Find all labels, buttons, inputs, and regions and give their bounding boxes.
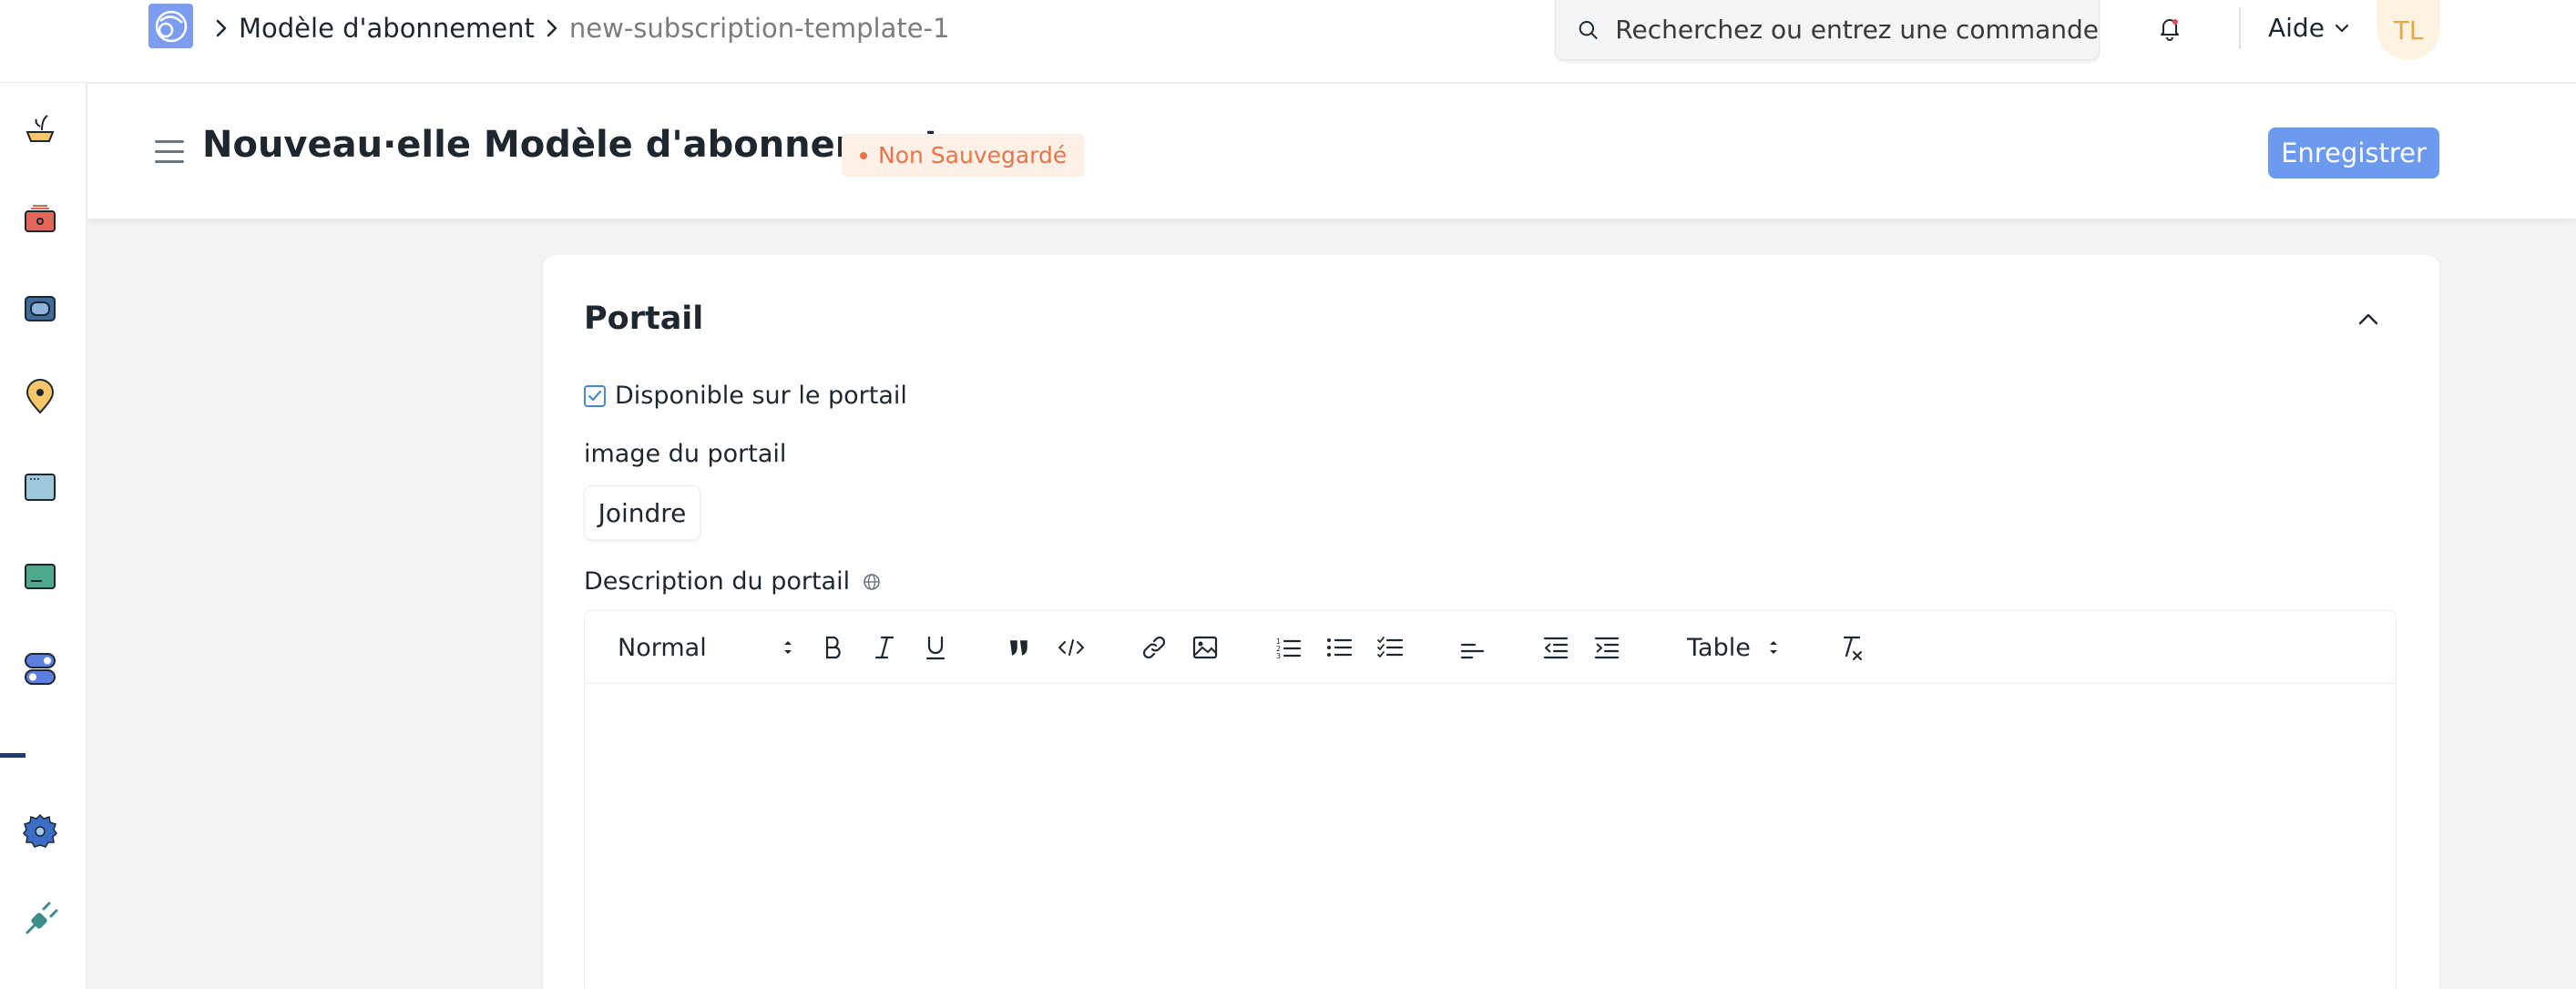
help-label: Aide: [2268, 13, 2325, 43]
select-arrows-icon: [783, 641, 792, 654]
portal-availability-row: Disponible sur le portail: [584, 382, 907, 410]
notifications-bell-icon[interactable]: [2156, 15, 2183, 42]
window-icon[interactable]: [20, 467, 60, 507]
chevron-up-icon[interactable]: [2356, 310, 2381, 328]
indent-icon[interactable]: [1593, 633, 1620, 662]
sidebar-active-marker: [0, 753, 26, 758]
search-bar[interactable]: Recherchez ou entrez une commande: [1555, 0, 2100, 60]
breadcrumb: Modèle d'abonnement new-subscription-tem…: [215, 13, 949, 44]
hamburger-menu-icon[interactable]: [155, 140, 184, 164]
status-dot-icon: [860, 151, 867, 159]
app-logo[interactable]: [148, 4, 193, 48]
save-button[interactable]: Enregistrer: [2268, 127, 2439, 178]
clear-formatting-icon[interactable]: [1837, 633, 1865, 662]
bold-icon[interactable]: [822, 633, 845, 662]
sidebar: [0, 83, 87, 989]
align-left-icon[interactable]: [1459, 633, 1485, 662]
search-placeholder: Recherchez ou entrez une commande: [1615, 15, 2099, 45]
checkmark-icon: [588, 390, 602, 401]
underline-icon[interactable]: [924, 633, 947, 662]
search-icon: [1579, 20, 1598, 39]
italic-icon[interactable]: [873, 633, 896, 662]
link-icon[interactable]: [1140, 633, 1168, 662]
chevron-right-icon: [215, 18, 228, 38]
bowl-icon[interactable]: [20, 110, 60, 150]
help-dropdown[interactable]: Aide: [2268, 13, 2350, 43]
bullet-list-icon[interactable]: [1325, 633, 1353, 662]
gear-icon[interactable]: [20, 811, 60, 851]
portal-availability-checkbox[interactable]: [584, 384, 606, 407]
plug-icon[interactable]: [20, 900, 60, 940]
toolbox-icon[interactable]: [20, 199, 60, 239]
checklist-icon[interactable]: [1376, 633, 1404, 662]
card-icon[interactable]: [20, 556, 60, 596]
image-icon[interactable]: [1191, 633, 1219, 662]
portal-section-card: Portail Disponible sur le portail image …: [543, 255, 2439, 989]
ordered-list-icon[interactable]: 123: [1274, 633, 1302, 662]
chevron-down-icon: [2335, 24, 2349, 32]
portal-description-label-row: Description du portail: [584, 567, 881, 596]
status-badge-label: Non Sauvegardé: [878, 142, 1068, 168]
svg-text:3: 3: [1276, 652, 1281, 660]
heading-select-value: Normal: [618, 633, 707, 662]
top-navbar: Modèle d'abonnement new-subscription-tem…: [0, 0, 2576, 83]
globe-icon: [864, 573, 880, 590]
section-title: Portail: [584, 301, 704, 337]
navbar-divider: [2239, 7, 2241, 49]
page-title: Nouveau·elle Modèle d'abonnement: [202, 124, 942, 166]
rich-text-editor[interactable]: Normal 1 2 3 Table: [584, 610, 2397, 989]
chevron-right-icon: [546, 18, 558, 38]
portal-image-label: image du portail: [584, 440, 787, 468]
breadcrumb-current[interactable]: new-subscription-template-1: [569, 13, 950, 44]
table-select[interactable]: Table: [1687, 633, 1780, 662]
blockquote-icon[interactable]: [1007, 633, 1030, 662]
page-header: Nouveau·elle Modèle d'abonnement Non Sau…: [87, 84, 2576, 219]
editor-toolbar: Normal 1 2 3 Table: [585, 611, 2396, 684]
heading-select[interactable]: Normal: [618, 633, 794, 662]
portal-description-label: Description du portail: [584, 567, 851, 596]
wallet-icon[interactable]: [20, 288, 60, 328]
portal-availability-label[interactable]: Disponible sur le portail: [615, 382, 907, 410]
breadcrumb-parent-link[interactable]: Modèle d'abonnement: [239, 13, 535, 44]
map-pin-icon[interactable]: [20, 377, 60, 417]
toggle-icon[interactable]: [20, 648, 60, 688]
logo-icon: [155, 10, 187, 42]
status-badge: Non Sauvegardé: [842, 134, 1086, 177]
code-block-icon[interactable]: [1058, 633, 1085, 662]
user-avatar[interactable]: TL: [2377, 0, 2440, 60]
attach-button[interactable]: Joindre: [584, 485, 700, 540]
outdent-icon[interactable]: [1542, 633, 1569, 662]
table-select-value: Table: [1687, 633, 1751, 662]
select-arrows-icon: [1769, 641, 1777, 654]
